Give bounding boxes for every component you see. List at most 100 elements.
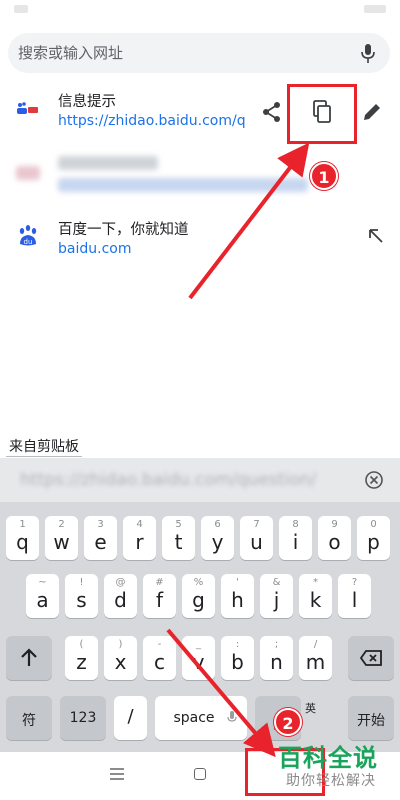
- key-main: r: [135, 530, 144, 554]
- key-x[interactable]: ) x: [104, 636, 137, 680]
- key-alt: 2: [58, 519, 65, 530]
- key-alt: #: [155, 577, 164, 588]
- key-w[interactable]: 2w: [45, 516, 78, 560]
- key-alt: ~: [38, 577, 47, 588]
- arrow-up-left-icon[interactable]: [362, 222, 390, 250]
- key-z[interactable]: (z: [65, 636, 98, 680]
- key-alt: 7: [253, 519, 260, 530]
- key-g[interactable]: % g: [182, 574, 215, 618]
- key-main: h: [231, 588, 244, 612]
- key-main: f: [155, 588, 164, 612]
- clipboard-text: https://zhidao.baidu.com/question/: [20, 470, 317, 490]
- status-bar: [0, 0, 400, 26]
- blurred-url: [58, 178, 308, 192]
- search-bar[interactable]: [8, 33, 390, 73]
- key-b[interactable]: :b: [221, 636, 254, 680]
- close-icon[interactable]: [364, 470, 384, 490]
- key-alt: ;: [274, 639, 279, 650]
- suggestion-row-baidu[interactable]: du 百度一下，你就知道 baidu.com: [0, 210, 400, 270]
- search-input[interactable]: [18, 33, 348, 73]
- key-main: c: [154, 650, 165, 674]
- clipboard-suggestion[interactable]: https://zhidao.baidu.com/question/: [0, 458, 400, 502]
- key-y[interactable]: 6y: [201, 516, 234, 560]
- key-o[interactable]: 9o: [318, 516, 351, 560]
- key-j[interactable]: & j: [260, 574, 293, 618]
- key-main: b: [231, 650, 244, 674]
- key-n[interactable]: ; n: [260, 636, 293, 680]
- key-main: v: [192, 650, 205, 674]
- key-main: z: [76, 650, 87, 674]
- status-left: [14, 5, 28, 13]
- blurred-favicon: [16, 166, 40, 180]
- key-alt: %: [193, 577, 204, 588]
- key-e[interactable]: 3e: [84, 516, 117, 560]
- clipboard-label: 来自剪贴板: [6, 436, 82, 457]
- watermark-title: 百科全说: [278, 744, 378, 772]
- key-alt: ': [236, 577, 239, 588]
- key-main: y: [211, 530, 224, 554]
- key-alt: 0: [370, 519, 377, 530]
- key-main: o: [328, 530, 341, 554]
- key-main: a: [36, 588, 49, 612]
- key-i[interactable]: 8i: [279, 516, 312, 560]
- key-main: w: [53, 530, 70, 554]
- key-main: u: [250, 530, 263, 554]
- enter-key[interactable]: 开始: [348, 696, 394, 740]
- space-mic-icon: [227, 711, 237, 722]
- suggestion-row-blurred[interactable]: [0, 146, 400, 206]
- key-alt: 4: [136, 519, 143, 530]
- key-alt: *: [313, 577, 318, 588]
- copy-highlight-box: [287, 84, 357, 144]
- key-main: n: [270, 650, 283, 674]
- key-alt: -: [157, 639, 162, 650]
- key-t[interactable]: 5t: [162, 516, 195, 560]
- key-alt: 6: [214, 519, 221, 530]
- edit-icon[interactable]: [358, 98, 386, 126]
- key-k[interactable]: * k: [299, 574, 332, 618]
- shift-key[interactable]: [6, 636, 52, 680]
- key-main: x: [114, 650, 127, 674]
- key-main: k: [309, 588, 322, 612]
- key-main: d: [114, 588, 127, 612]
- key-l[interactable]: ? l: [338, 574, 371, 618]
- key-alt: 5: [175, 519, 182, 530]
- share-icon[interactable]: [258, 98, 286, 126]
- key-c[interactable]: -c: [143, 636, 176, 680]
- key-label: 开始: [357, 713, 385, 729]
- key-s[interactable]: ! s: [65, 574, 98, 618]
- key-alt: (: [79, 639, 84, 650]
- key-alt: 3: [97, 519, 104, 530]
- lang-label-en: 英: [305, 702, 316, 715]
- home-icon[interactable]: [194, 768, 206, 780]
- symbols-key[interactable]: 符: [6, 696, 52, 740]
- key-d[interactable]: @ d: [104, 574, 137, 618]
- numbers-key[interactable]: 123: [60, 696, 106, 740]
- key-m[interactable]: / m: [299, 636, 332, 680]
- menu-icon[interactable]: [110, 768, 124, 780]
- key-main: q: [16, 530, 29, 554]
- key-alt: :: [235, 639, 240, 650]
- backspace-key[interactable]: [348, 636, 394, 680]
- key-r[interactable]: 4r: [123, 516, 156, 560]
- key-a[interactable]: ~ a: [26, 574, 59, 618]
- key-alt: 9: [331, 519, 338, 530]
- key-alt: &: [272, 577, 281, 588]
- suggestion-title: 信息提示: [58, 94, 116, 110]
- key-u[interactable]: 7u: [240, 516, 273, 560]
- key-alt: 8: [292, 519, 299, 530]
- key-p[interactable]: 0p: [357, 516, 390, 560]
- key-alt: @: [115, 577, 126, 588]
- key-main: i: [292, 530, 299, 554]
- key-q[interactable]: 1q: [6, 516, 39, 560]
- key-h[interactable]: ' h: [221, 574, 254, 618]
- key-main: m: [305, 650, 326, 674]
- step-badge-1: 1: [310, 162, 338, 190]
- suggestion-url: https://zhidao.baidu.com/q: [58, 113, 246, 129]
- suggestion-title: 百度一下，你就知道: [58, 222, 189, 238]
- key-v[interactable]: _ v: [182, 636, 215, 680]
- key-main: g: [192, 588, 205, 612]
- key-main: t: [174, 530, 183, 554]
- key-f[interactable]: # f: [143, 574, 176, 618]
- space-key[interactable]: space: [155, 696, 247, 740]
- microphone-icon[interactable]: [360, 43, 376, 65]
